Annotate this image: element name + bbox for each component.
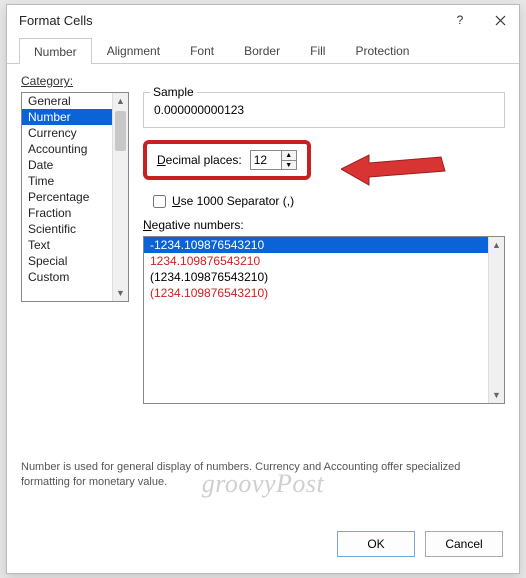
negative-scrollbar[interactable]: ▲ ▼ <box>488 237 504 403</box>
category-scrollbar[interactable]: ▲ ▼ <box>112 93 128 301</box>
scroll-down-icon[interactable]: ▼ <box>113 285 128 301</box>
separator-label: Use 1000 Separator (,) <box>172 194 294 208</box>
tab-number[interactable]: Number <box>19 38 92 64</box>
tab-border[interactable]: Border <box>229 37 295 63</box>
dialog-title: Format Cells <box>19 13 93 28</box>
format-description: Number is used for general display of nu… <box>21 460 505 491</box>
negative-numbers-listbox[interactable]: -1234.109876543210 1234.109876543210 (12… <box>143 236 505 404</box>
scroll-down-icon[interactable]: ▼ <box>489 387 504 403</box>
cancel-button[interactable]: Cancel <box>425 531 503 557</box>
tab-fill[interactable]: Fill <box>295 37 340 63</box>
scroll-thumb[interactable] <box>115 111 126 151</box>
negative-option-3[interactable]: (1234.109876543210) <box>144 269 504 285</box>
decimal-places-row: Decimal places: ▲ ▼ <box>143 140 311 180</box>
close-button[interactable] <box>489 9 511 31</box>
tab-protection[interactable]: Protection <box>340 37 424 63</box>
tab-content: Category: General Number Currency Accoun… <box>7 64 519 414</box>
negative-option-2[interactable]: 1234.109876543210 <box>144 253 504 269</box>
format-cells-dialog: Format Cells ? Number Alignment Font Bor… <box>6 4 520 574</box>
close-icon <box>495 15 506 26</box>
sample-group: Sample 0.000000000123 <box>143 92 505 128</box>
number-settings-pane: Sample 0.000000000123 Decimal places: ▲ … <box>143 92 505 404</box>
decimal-spinner[interactable]: ▲ ▼ <box>250 150 297 170</box>
category-label: Category: <box>21 74 505 88</box>
negative-option-4[interactable]: (1234.109876543210) <box>144 285 504 301</box>
sample-value: 0.000000000123 <box>154 103 494 117</box>
scroll-up-icon[interactable]: ▲ <box>113 93 128 109</box>
scroll-up-icon[interactable]: ▲ <box>489 237 504 253</box>
spin-down-button[interactable]: ▼ <box>282 160 296 169</box>
tab-strip: Number Alignment Font Border Fill Protec… <box>7 37 519 64</box>
titlebar: Format Cells ? <box>7 5 519 35</box>
spin-up-button[interactable]: ▲ <box>282 151 296 160</box>
tab-alignment[interactable]: Alignment <box>92 37 175 63</box>
category-listbox[interactable]: General Number Currency Accounting Date … <box>21 92 129 302</box>
help-button[interactable]: ? <box>449 9 471 31</box>
dialog-buttons: OK Cancel <box>337 531 503 557</box>
negative-label: Negative numbers: <box>143 218 505 232</box>
separator-input[interactable] <box>153 195 166 208</box>
ok-button[interactable]: OK <box>337 531 415 557</box>
sample-label: Sample <box>150 85 197 99</box>
thousand-separator-checkbox[interactable]: Use 1000 Separator (,) <box>153 194 505 208</box>
decimal-input[interactable] <box>251 152 281 168</box>
negative-option-1[interactable]: -1234.109876543210 <box>144 237 504 253</box>
titlebar-buttons: ? <box>449 9 511 31</box>
tab-font[interactable]: Font <box>175 37 229 63</box>
decimal-label: Decimal places: <box>157 153 242 167</box>
